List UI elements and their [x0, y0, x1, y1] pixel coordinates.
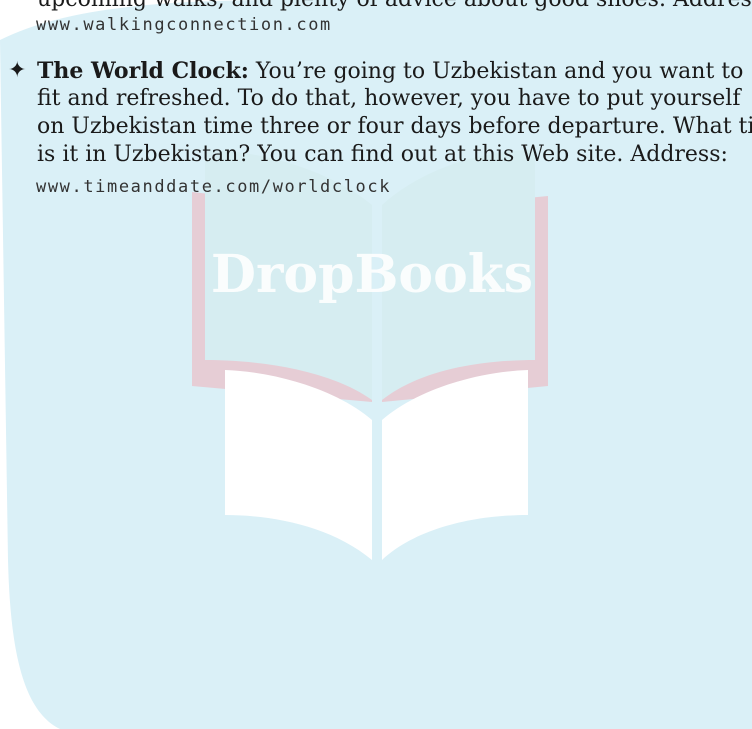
four-pointed-star-bullet-icon: ✦: [8, 58, 27, 83]
book-page: DropBooks upcoming walks, and plenty of …: [0, 0, 752, 729]
entry-1-url[interactable]: www.walkingconnection.com: [36, 14, 332, 36]
entry-2-title: The World Clock:: [37, 58, 249, 84]
entry-2-text-line-1-body: You’re going to Uzbekistan and you want …: [248, 59, 744, 84]
entry-1-text-line-1: upcoming walks, and plenty of advice abo…: [37, 0, 752, 14]
entry-2-text-line-1: The World Clock: You’re going to Uzbekis…: [37, 57, 743, 86]
entry-2-text-line-3: on Uzbekistan time three or four days be…: [37, 114, 752, 139]
entry-2-text-line-2: fit and refreshed. To do that, however, …: [37, 86, 741, 111]
body-text: upcoming walks, and plenty of advice abo…: [0, 0, 752, 260]
entry-2-url[interactable]: www.timeanddate.com/worldclock: [36, 176, 391, 198]
entry-2-text-line-4: is it in Uzbekistan? You can find out at…: [37, 142, 728, 167]
